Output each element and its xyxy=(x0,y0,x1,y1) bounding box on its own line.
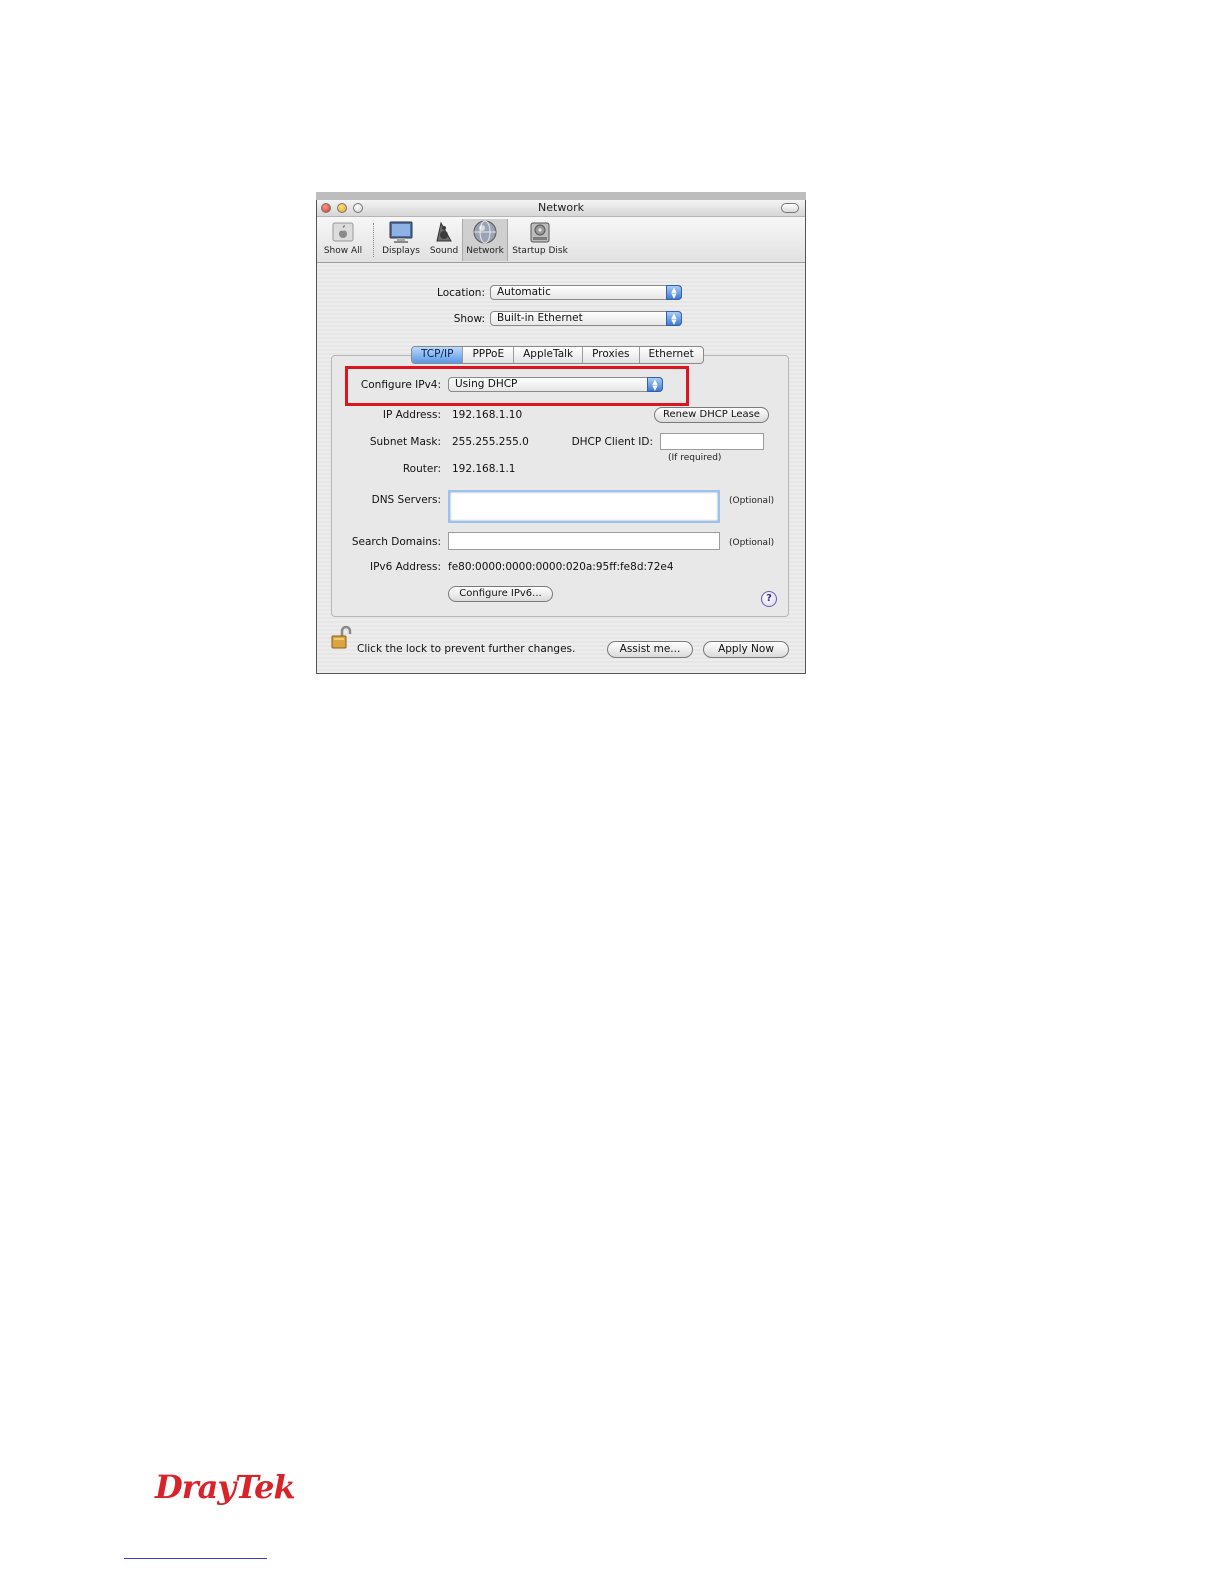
toolbar-network[interactable]: Network xyxy=(462,219,508,261)
dhcp-client-id-field[interactable] xyxy=(660,433,764,450)
tab-tcpip[interactable]: TCP/IP xyxy=(412,347,464,363)
speaker-icon xyxy=(431,219,457,245)
dns-servers-field[interactable] xyxy=(448,490,720,523)
router-label: Router: xyxy=(402,463,441,475)
tab-appletalk[interactable]: AppleTalk xyxy=(514,347,584,363)
dns-servers-label: DNS Servers: xyxy=(371,494,441,506)
configure-ipv4-label: Configure IPv4: xyxy=(360,379,441,391)
apple-icon xyxy=(330,219,356,245)
location-value: Automatic xyxy=(497,286,551,298)
apply-now-button[interactable]: Apply Now xyxy=(703,641,789,658)
toolbar-label: Startup Disk xyxy=(512,246,568,256)
subnet-mask-label: Subnet Mask: xyxy=(369,436,441,448)
network-preferences-window: Network Show All Displays Sound Network … xyxy=(316,192,806,674)
help-button[interactable]: ? xyxy=(761,591,777,607)
router-value: 192.168.1.1 xyxy=(452,463,516,475)
show-select[interactable]: Built-in Ethernet ▲ ▼ xyxy=(490,311,682,326)
location-label: Location: xyxy=(437,287,485,299)
toolbar-toggle-button[interactable] xyxy=(781,203,799,213)
search-domains-field[interactable] xyxy=(448,532,720,550)
toolbar-separator xyxy=(373,223,374,257)
tab-pppoe[interactable]: PPPoE xyxy=(463,347,515,363)
toolbar-label: Sound xyxy=(429,246,459,256)
configure-ipv6-button[interactable]: Configure IPv6... xyxy=(448,586,553,602)
network-pane: Location: Automatic ▲ ▼ Show: Built-in Et… xyxy=(317,263,805,673)
assist-me-button[interactable]: Assist me... xyxy=(607,641,693,658)
ip-address-value: 192.168.1.10 xyxy=(452,409,523,421)
tab-proxies[interactable]: Proxies xyxy=(583,347,640,363)
toolbar-show-all[interactable]: Show All xyxy=(320,219,366,261)
search-domains-label: Search Domains: xyxy=(351,536,441,548)
disk-icon xyxy=(527,219,553,245)
display-icon xyxy=(388,219,414,245)
show-label: Show: xyxy=(453,313,485,325)
toolbar-startup-disk[interactable]: Startup Disk xyxy=(510,219,570,261)
popup-arrows-icon: ▲ ▼ xyxy=(666,311,682,326)
ipv6-address-label: IPv6 Address: xyxy=(369,561,441,573)
window-title: Network xyxy=(538,201,584,214)
toolbar-sound[interactable]: Sound xyxy=(426,219,462,261)
dhcp-client-id-hint: (If required) xyxy=(668,453,722,463)
location-select[interactable]: Automatic ▲ ▼ xyxy=(490,285,682,300)
configure-ipv4-select[interactable]: Using DHCP ▲ ▼ xyxy=(448,377,663,392)
dhcp-client-id-label: DHCP Client ID: xyxy=(571,436,653,448)
tab-ethernet[interactable]: Ethernet xyxy=(640,347,703,363)
configure-ipv4-value: Using DHCP xyxy=(455,378,518,390)
subnet-mask-value: 255.255.255.0 xyxy=(452,436,529,448)
tab-bar: TCP/IP PPPoE AppleTalk Proxies Ethernet xyxy=(411,346,704,364)
network-globe-icon xyxy=(472,219,498,245)
show-value: Built-in Ethernet xyxy=(497,312,583,324)
toolbar-label: Displays xyxy=(382,246,420,256)
ipv6-address-value: fe80:0000:0000:0000:020a:95ff:fe8d:72e4 xyxy=(448,561,674,573)
search-optional-hint: (Optional) xyxy=(729,538,775,548)
draytek-logo: DrayTek xyxy=(155,1468,296,1508)
popup-arrows-icon: ▲ ▼ xyxy=(666,285,682,300)
footer-link-underline xyxy=(124,1558,267,1559)
title-bar[interactable]: Network xyxy=(317,200,805,217)
toolbar-displays[interactable]: Displays xyxy=(379,219,423,261)
dns-optional-hint: (Optional) xyxy=(729,496,775,506)
ip-address-label: IP Address: xyxy=(382,409,441,421)
popup-arrows-icon: ▲ ▼ xyxy=(647,377,663,392)
lock-icon[interactable] xyxy=(331,625,352,649)
lock-message: Click the lock to prevent further change… xyxy=(357,643,576,655)
preferences-toolbar: Show All Displays Sound Network Startup xyxy=(317,217,805,263)
toolbar-label: Network xyxy=(466,246,504,256)
renew-dhcp-lease-button[interactable]: Renew DHCP Lease xyxy=(654,407,769,423)
draytek-logo-text: DrayTek xyxy=(155,1468,296,1506)
window-top-edge xyxy=(316,192,806,200)
toolbar-label: Show All xyxy=(323,246,363,256)
